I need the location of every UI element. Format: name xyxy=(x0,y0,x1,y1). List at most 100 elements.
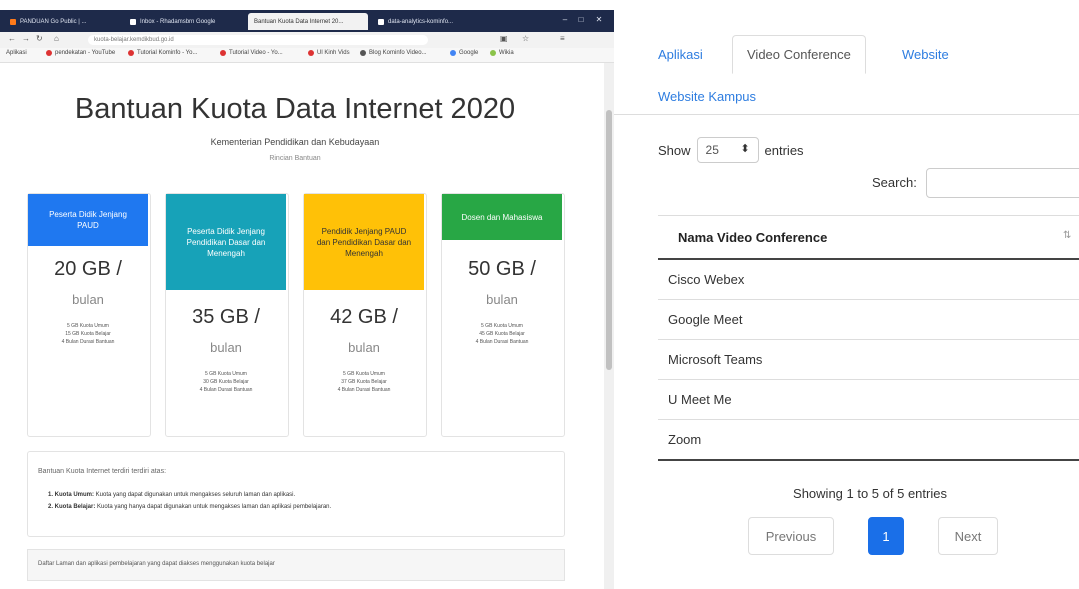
table-row: Cisco Webex xyxy=(658,259,1079,300)
menu-icon[interactable]: ≡ xyxy=(560,34,565,43)
search-input[interactable] xyxy=(926,168,1079,198)
sort-icon[interactable]: ⇅ xyxy=(1063,230,1071,241)
card-amount: 50 GB / xyxy=(468,258,536,280)
tab-favicon-icon xyxy=(10,18,16,25)
tab-divider xyxy=(614,114,1079,115)
web-page: Bantuan Kuota Data Internet 2020 Kemente… xyxy=(0,63,604,589)
card-amount: 20 GB / xyxy=(54,258,122,280)
tab-video-conference[interactable]: Video Conference xyxy=(732,35,866,74)
quota-card: Pendidik Jenjang PAUD dan Pendidikan Das… xyxy=(303,193,427,437)
bookmark[interactable]: Blog Kominfo Video... xyxy=(360,50,427,56)
column-header-name: Nama Video Conference xyxy=(678,230,828,245)
browser-tab[interactable]: PANDUAN Go Public | ... xyxy=(4,13,120,30)
bookmark[interactable]: Google xyxy=(450,50,478,56)
card-header: Pendidik Jenjang PAUD dan Pendidikan Das… xyxy=(304,194,424,290)
card-detail: 5 GB Kuota Umum xyxy=(205,371,247,377)
bookmark[interactable]: Wikia xyxy=(490,50,514,56)
video-conference-panel: Aplikasi Video Conference Website Websit… xyxy=(614,0,1079,589)
footer-box: Daftar Laman dan aplikasi pembelajaran y… xyxy=(27,549,565,581)
card-detail: 4 Bulan Durasi Bantuan xyxy=(199,387,253,393)
table-row: Microsoft Teams xyxy=(658,339,1079,380)
bookmark-icon xyxy=(360,50,366,56)
tab-label: data-analytics-kominfo... xyxy=(388,18,454,25)
page-title: Bantuan Kuota Data Internet 2020 xyxy=(74,93,516,125)
card-period: bulan xyxy=(348,340,380,355)
entries-select-value: 25 xyxy=(705,143,719,157)
star-icon[interactable]: ☆ xyxy=(522,34,529,43)
card-detail: 15 GB Kuota Belajar xyxy=(65,331,111,337)
tab-website[interactable]: Website xyxy=(902,47,949,62)
bookmark[interactable]: Ul Kinh Vids xyxy=(308,50,350,56)
reload-icon[interactable]: ↻ xyxy=(36,34,43,43)
address-bar-row: ← → ↻ ⌂ kuota-belajar.kemdikbud.go.id ▣ … xyxy=(0,32,614,49)
info-item-term: 2. Kuota Belajar: xyxy=(48,504,96,510)
quota-card: Dosen dan Mahasiswa 50 GB / bulan 5 GB K… xyxy=(441,193,565,437)
page-tagline: Rincian Bantuan xyxy=(269,155,321,162)
bookmark[interactable]: Tutorial Kominfo - Yo... xyxy=(128,50,197,56)
browser-tab[interactable]: data-analytics-kominfo... xyxy=(372,13,492,30)
card-header: Peserta Didik Jenjang Pendidikan Dasar d… xyxy=(166,194,286,290)
bookmark[interactable]: Tutorial Video - Yo... xyxy=(220,50,283,56)
back-icon[interactable]: ← xyxy=(8,34,16,43)
bookmarks-bar: Aplikasi pendekatan - YouTube Tutorial K… xyxy=(0,48,614,63)
info-box: Bantuan Kuota Internet terdiri terdiri a… xyxy=(27,451,565,537)
info-item: 1. Kuota Umum: Kuota yang dapat digunaka… xyxy=(48,492,295,498)
tab-label: PANDUAN Go Public | ... xyxy=(20,18,87,25)
bookmark-label: Tutorial Kominfo - Yo... xyxy=(137,50,198,56)
table-header[interactable]: Nama Video Conference ⇅ xyxy=(658,215,1079,260)
table-row: Google Meet xyxy=(658,299,1079,340)
maximize-icon[interactable]: □ xyxy=(576,15,586,25)
browser-tab-active[interactable]: Bantuan Kuota Data Internet 20... xyxy=(248,13,368,30)
next-button[interactable]: Next xyxy=(938,517,998,555)
bookmark-label: Aplikasi xyxy=(6,50,27,56)
youtube-icon xyxy=(220,50,226,56)
home-icon[interactable]: ⌂ xyxy=(54,34,59,43)
extension-icon[interactable]: ▣ xyxy=(500,34,508,43)
table-cell: U Meet Me xyxy=(668,392,732,407)
quota-card: Peserta Didik Jenjang PAUD 20 GB / bulan… xyxy=(27,193,151,437)
bookmark-icon xyxy=(490,50,496,56)
bookmark-label: Google xyxy=(459,50,479,56)
bookmark-label: Wikia xyxy=(499,50,514,56)
card-detail: 45 GB Kuota Belajar xyxy=(479,331,525,337)
card-detail: 5 GB Kuota Umum xyxy=(67,323,109,329)
bookmark[interactable]: pendekatan - YouTube xyxy=(46,50,115,56)
table-row: Zoom xyxy=(658,419,1079,461)
youtube-icon xyxy=(308,50,314,56)
table-row: U Meet Me xyxy=(658,379,1079,420)
card-detail: 30 GB Kuota Belajar xyxy=(203,379,249,385)
bookmark-label: Ul Kinh Vids xyxy=(317,50,350,56)
previous-button[interactable]: Previous xyxy=(748,517,834,555)
card-period: bulan xyxy=(72,292,104,307)
url-field[interactable]: kuota-belajar.kemdikbud.go.id xyxy=(88,35,428,45)
tab-favicon-icon xyxy=(130,18,136,25)
forward-icon[interactable]: → xyxy=(22,34,30,43)
browser-tab[interactable]: Inbox - Rhadamsbrn Google xyxy=(124,13,244,30)
google-icon xyxy=(450,50,456,56)
tab-website-kampus[interactable]: Website Kampus xyxy=(658,89,756,104)
quota-card: Peserta Didik Jenjang Pendidikan Dasar d… xyxy=(165,193,289,437)
entries-select[interactable]: 25 ⬍ xyxy=(696,137,759,163)
card-amount: 42 GB / xyxy=(330,306,398,328)
info-item-text: Kuota yang hanya dapat digunakan untuk m… xyxy=(95,504,332,510)
card-detail: 37 GB Kuota Belajar xyxy=(341,379,387,385)
tab-aplikasi[interactable]: Aplikasi xyxy=(658,47,703,62)
show-label: Show xyxy=(658,142,691,158)
table-cell: Microsoft Teams xyxy=(668,352,763,367)
bookmark[interactable]: Aplikasi xyxy=(6,50,27,56)
info-intro: Bantuan Kuota Internet terdiri terdiri a… xyxy=(38,468,167,475)
bookmark-label: pendekatan - YouTube xyxy=(55,50,116,56)
info-item-term: 1. Kuota Umum: xyxy=(48,492,95,498)
close-icon[interactable]: ✕ xyxy=(594,15,604,25)
page-1-button[interactable]: 1 xyxy=(868,517,904,555)
minimize-icon[interactable]: – xyxy=(560,15,570,25)
footer-text: Daftar Laman dan aplikasi pembelajaran y… xyxy=(38,561,275,567)
page-subtitle: Kementerian Pendidikan dan Kebudayaan xyxy=(210,137,380,147)
tab-label: Bantuan Kuota Data Internet 20... xyxy=(254,18,344,25)
scrollbar-thumb[interactable] xyxy=(606,110,612,370)
card-amount: 35 GB / xyxy=(192,306,260,328)
bookmark-label: Tutorial Video - Yo... xyxy=(229,50,283,56)
youtube-icon xyxy=(46,50,52,56)
tab-favicon-icon xyxy=(378,18,384,25)
youtube-icon xyxy=(128,50,134,56)
